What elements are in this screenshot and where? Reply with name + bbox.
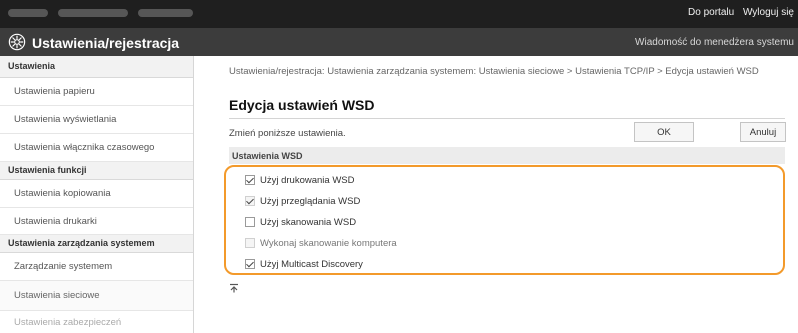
checkbox-computer-scan[interactable] (245, 238, 255, 248)
settings-gear-icon (8, 33, 26, 51)
sidebar-header-settings: Ustawienia (0, 56, 193, 78)
arrow-to-top-icon[interactable] (229, 283, 239, 293)
ok-button[interactable]: OK (634, 122, 694, 142)
option-label: Użyj Multicast Discovery (260, 258, 363, 270)
checkbox-use-multicast-discovery[interactable] (245, 259, 255, 269)
checkbox-use-wsd-scanning[interactable] (245, 217, 255, 227)
portal-link[interactable]: Do portalu (688, 7, 734, 18)
sidebar-item-printer-settings[interactable]: Ustawienia drukarki (0, 208, 193, 235)
checkbox-use-wsd-printing[interactable] (245, 175, 255, 185)
instruction-text: Zmień poniższe ustawienia. (229, 128, 346, 139)
option-label: Użyj przeglądania WSD (260, 195, 361, 207)
sidebar: Ustawienia Ustawienia papieru Ustawienia… (0, 56, 194, 333)
option-use-wsd-browsing[interactable]: Użyj przeglądania WSD (245, 194, 360, 208)
breadcrumb: Ustawienia/rejestracja: Ustawienia zarzą… (229, 66, 759, 77)
sidebar-item-network-settings[interactable]: Ustawienia sieciowe (0, 281, 193, 311)
top-bar: Do portalu Wyloguj się (0, 0, 798, 28)
sidebar-header-system-management: Ustawienia zarządzania systemem (0, 235, 193, 253)
sidebar-item-security-settings[interactable]: Ustawienia zabezpieczeń (0, 311, 193, 333)
option-computer-scan[interactable]: Wykonaj skanowanie komputera (245, 236, 397, 250)
top-links: Do portalu Wyloguj się (682, 7, 794, 18)
page-title: Edycja ustawień WSD (229, 97, 375, 113)
section-header-wsd-settings: Ustawienia WSD (229, 147, 785, 164)
cancel-button[interactable]: Anuluj (740, 122, 786, 142)
app-title: Ustawienia/rejestracja (32, 35, 180, 51)
option-label: Użyj drukowania WSD (260, 174, 355, 186)
blurred-text (58, 9, 128, 17)
sidebar-item-system-management[interactable]: Zarządzanie systemem (0, 253, 193, 281)
title-divider (229, 118, 785, 119)
option-use-wsd-scanning[interactable]: Użyj skanowania WSD (245, 215, 356, 229)
sidebar-item-copy-settings[interactable]: Ustawienia kopiowania (0, 180, 193, 208)
option-use-wsd-printing[interactable]: Użyj drukowania WSD (245, 173, 355, 187)
option-use-multicast-discovery[interactable]: Użyj Multicast Discovery (245, 257, 363, 271)
option-label: Wykonaj skanowanie komputera (260, 237, 397, 249)
blurred-text (138, 9, 193, 17)
logout-link[interactable]: Wyloguj się (743, 7, 794, 18)
sidebar-item-paper-settings[interactable]: Ustawienia papieru (0, 78, 193, 106)
message-to-admin-link[interactable]: Wiadomość do menedżera systemu (635, 37, 794, 48)
sidebar-item-timer-settings[interactable]: Ustawienia włącznika czasowego (0, 134, 193, 162)
blurred-text (8, 9, 48, 17)
checkbox-use-wsd-browsing[interactable] (245, 196, 255, 206)
option-label: Użyj skanowania WSD (260, 216, 357, 228)
sidebar-header-function-settings: Ustawienia funkcji (0, 162, 193, 180)
device-name-blurred (8, 9, 193, 17)
sidebar-item-display-settings[interactable]: Ustawienia wyświetlania (0, 106, 193, 134)
